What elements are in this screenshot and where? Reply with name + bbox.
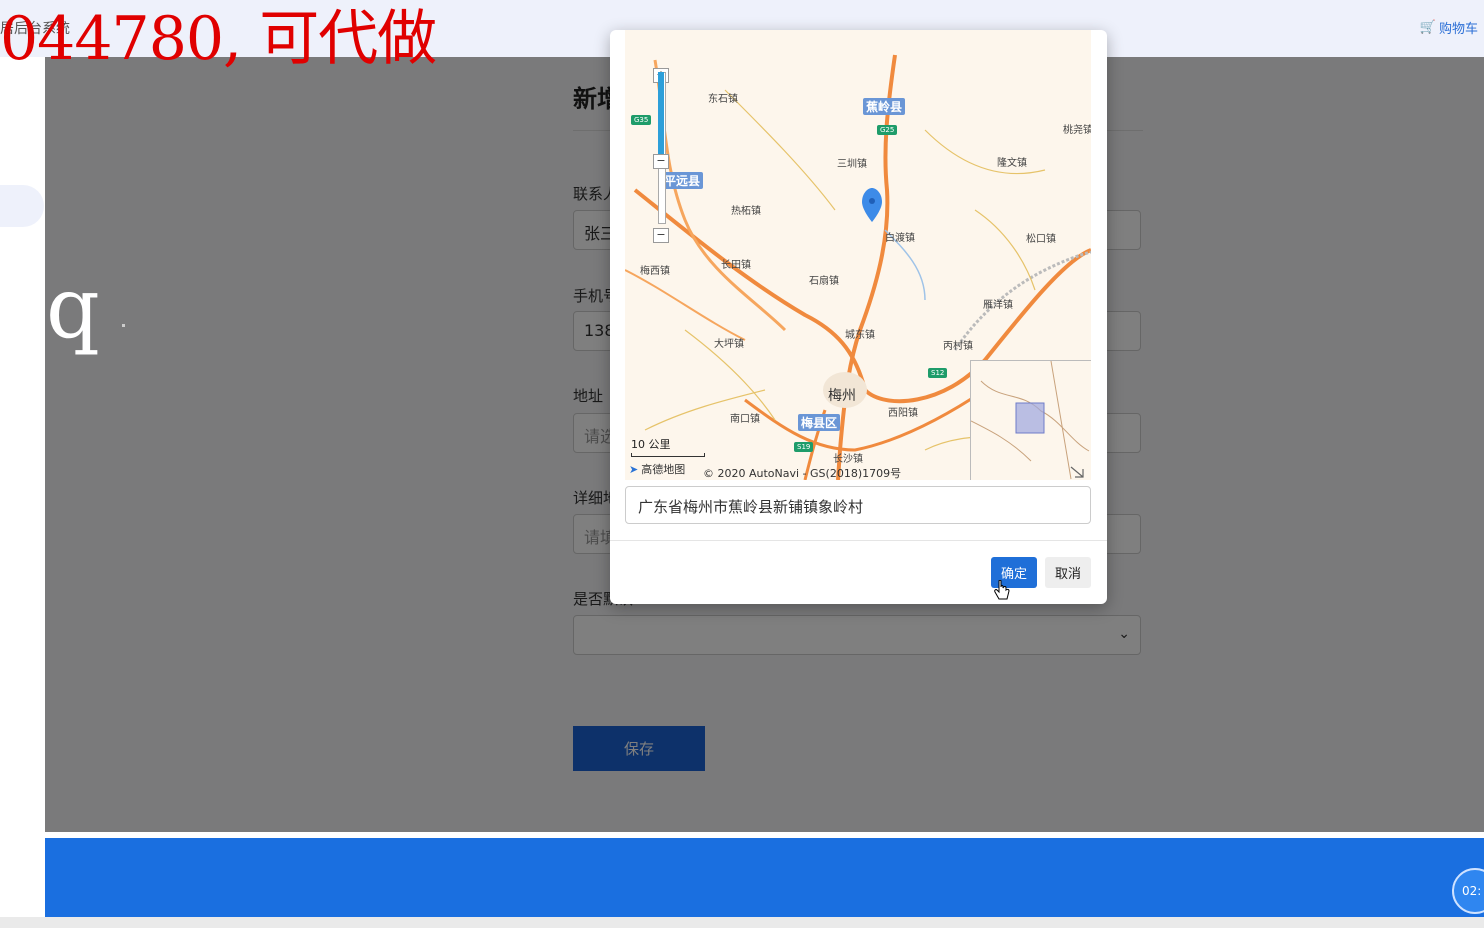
- overview-minimap[interactable]: [970, 360, 1091, 480]
- map-label-place: 东石镇: [708, 94, 738, 105]
- sidebar-active-item[interactable]: [0, 185, 44, 227]
- map-brand-label: 高德地图: [641, 463, 686, 476]
- zoom-handle[interactable]: −: [653, 154, 669, 169]
- map-dialog: 东石镇 三圳镇 隆文镇 桃尧镇 热柘镇 白渡镇 松口镇 长田镇 石扇镇 梅西镇 …: [610, 30, 1107, 604]
- map-label-place: 丙村镇: [943, 341, 973, 352]
- map-scale-label: 10 公里: [631, 438, 671, 451]
- map-label-place: 石扇镇: [809, 276, 839, 287]
- map-label-place: 隆文镇: [997, 158, 1027, 169]
- sidebar: [0, 57, 45, 928]
- map-brand: ➤ 高德地图: [629, 461, 685, 477]
- map-label-city: 梅州: [828, 388, 856, 404]
- zoom-out-button[interactable]: −: [653, 228, 669, 243]
- zoom-control[interactable]: + − −: [653, 56, 669, 243]
- map-view[interactable]: 东石镇 三圳镇 隆文镇 桃尧镇 热柘镇 白渡镇 松口镇 长田镇 石扇镇 梅西镇 …: [625, 30, 1091, 480]
- overlay-glyph: q: [46, 259, 100, 357]
- map-label-place: 西阳镇: [888, 408, 918, 419]
- hand-cursor-icon: [994, 580, 1010, 600]
- selected-address-input[interactable]: 广东省梅州市蕉岭县新铺镇象岭村: [625, 486, 1091, 524]
- cart-label: 购物车: [1438, 22, 1478, 37]
- cart-link[interactable]: 🛒 购物车: [1420, 18, 1478, 37]
- bottom-strip: [0, 917, 1484, 928]
- zoom-level-fill: [658, 72, 664, 160]
- road-shield: S12: [928, 368, 948, 378]
- map-label-place: 大坪镇: [714, 339, 744, 350]
- map-label-place: 松口镇: [1026, 234, 1056, 245]
- road-shield: G35: [631, 115, 652, 125]
- map-label-place: 桃尧镇: [1063, 125, 1091, 136]
- map-scale-bar: [631, 453, 705, 457]
- map-label-place: 雁洋镇: [983, 300, 1013, 311]
- amap-logo-icon: ➤: [629, 462, 639, 476]
- map-label-place: 三圳镇: [837, 159, 867, 170]
- overlay-dot: [122, 324, 125, 327]
- map-label-place: 城东镇: [845, 330, 875, 341]
- map-label-place: 梅西镇: [640, 266, 670, 277]
- dialog-divider: [610, 540, 1107, 541]
- minimap-drawing: [971, 361, 1090, 480]
- map-label-county: 蕉岭县: [863, 98, 906, 115]
- cancel-button[interactable]: 取消: [1045, 557, 1091, 588]
- cart-icon: 🛒: [1419, 20, 1436, 35]
- map-label-place: 白渡镇: [885, 233, 915, 244]
- map-label-county: 梅县区: [798, 414, 841, 431]
- map-label-place: 长沙镇: [833, 454, 863, 465]
- footer-bar: 02:: [45, 838, 1484, 917]
- map-label-place: 长田镇: [721, 260, 751, 271]
- map-copyright: © 2020 AutoNavi - GS(2018)1709号: [703, 467, 902, 480]
- timer-badge: 02:: [1452, 868, 1484, 914]
- watermark-text: 044780, 可代做: [0, 4, 437, 74]
- road-shield: G25: [877, 125, 898, 135]
- map-label-place: 热柘镇: [731, 206, 761, 217]
- map-label-place: 南口镇: [730, 414, 760, 425]
- road-shield: S19: [794, 442, 814, 452]
